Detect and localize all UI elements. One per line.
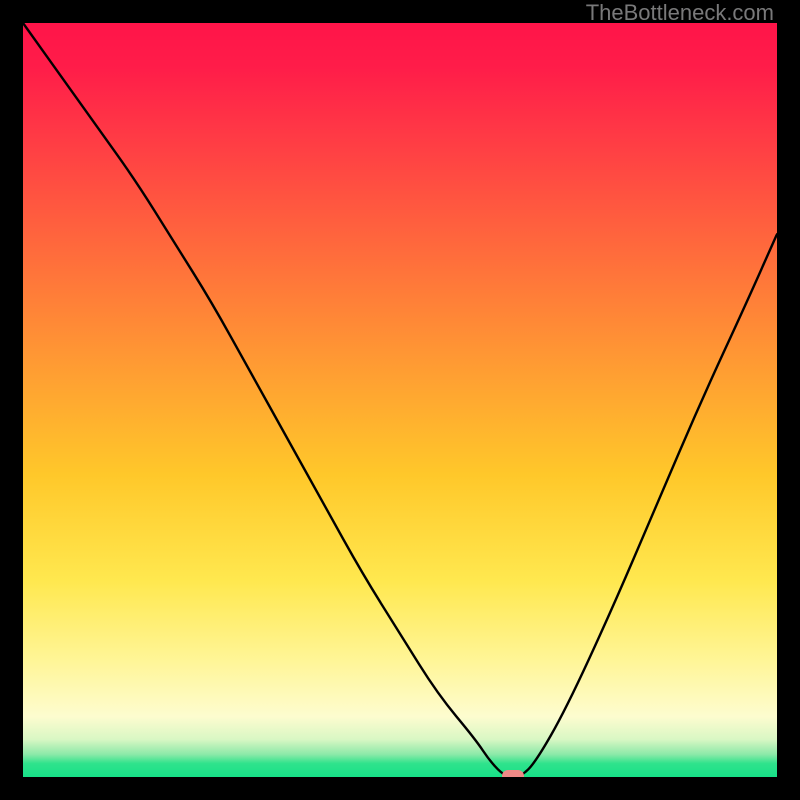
watermark-text: TheBottleneck.com	[586, 0, 774, 26]
chart-frame: TheBottleneck.com	[0, 0, 800, 800]
bottleneck-curve	[23, 23, 777, 777]
plot-area	[23, 23, 777, 777]
optimum-marker	[502, 770, 524, 777]
curve-path	[23, 23, 777, 777]
